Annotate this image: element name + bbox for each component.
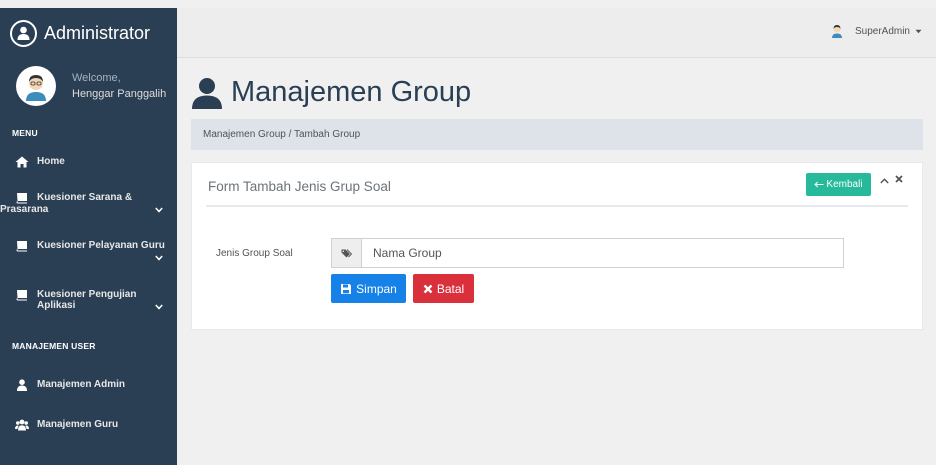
- panel-title: Form Tambah Jenis Grup Soal: [208, 179, 391, 194]
- chevron-down-icon: [155, 304, 163, 310]
- home-icon: [15, 156, 29, 168]
- sidebar-item-label-line2: Prasarana: [0, 204, 49, 215]
- book-icon: [16, 193, 27, 204]
- collapse-button[interactable]: [880, 175, 889, 187]
- avatar: [16, 66, 56, 106]
- tag-icon: [332, 239, 362, 267]
- user-icon: [10, 19, 37, 47]
- sidebar-item-kuesioner-sarana[interactable]: Kuesioner Sarana & Prasarana: [0, 192, 177, 216]
- save-button-label: Simpan: [356, 281, 397, 296]
- profile: Welcome, Henggar Panggalih: [0, 58, 177, 114]
- panel-divider: [206, 205, 908, 207]
- users-icon: [15, 419, 29, 431]
- form-panel: Form Tambah Jenis Grup Soal Kembali Jeni…: [191, 162, 923, 330]
- brand-title: Administrator: [44, 22, 151, 43]
- back-button-label: Kembali: [826, 179, 863, 190]
- group-name-input-group: [331, 238, 844, 268]
- sidebar-item-kuesioner-pengujian[interactable]: Kuesioner Pengujian Aplikasi: [0, 289, 177, 311]
- sidebar-item-kuesioner-pelayanan[interactable]: Kuesioner Pelayanan Guru: [0, 240, 177, 261]
- close-icon: [895, 175, 903, 183]
- page-title-text: Manajemen Group: [231, 76, 472, 108]
- user-icon: [192, 77, 222, 109]
- sidebar-item-label: Kuesioner Pengujian Aplikasi: [37, 289, 137, 311]
- sidebar-item-label: Home: [37, 156, 65, 167]
- breadcrumb: Manajemen Group / Tambah Group: [191, 119, 923, 150]
- sidebar-item-label: Kuesioner Pelayanan Guru: [37, 240, 165, 251]
- group-name-input[interactable]: [362, 239, 843, 267]
- chevron-down-icon: [155, 207, 163, 213]
- sidebar-item-manajemen-guru[interactable]: Manajemen Guru: [0, 419, 177, 431]
- chevron-down-icon: [155, 255, 163, 261]
- profile-name: Henggar Panggalih: [72, 88, 167, 100]
- brand[interactable]: Administrator: [0, 8, 177, 58]
- field-label: Jenis Group Soal: [216, 248, 293, 259]
- cancel-button-label: Batal: [436, 281, 465, 296]
- times-icon: [423, 284, 433, 293]
- book-icon: [16, 241, 27, 252]
- sidebar-item-label: Kuesioner Sarana &: [37, 192, 133, 203]
- caret-down-icon: [915, 29, 922, 33]
- user-menu-name: SuperAdmin: [854, 25, 910, 37]
- save-icon: [341, 283, 352, 294]
- arrow-left-icon: [814, 181, 824, 188]
- welcome-text: Welcome,: [72, 72, 121, 84]
- book-icon: [16, 290, 27, 301]
- user-menu[interactable]: SuperAdmin: [831, 24, 922, 38]
- menu-section-title: MENU: [12, 128, 38, 138]
- sidebar-item-label: Manajemen Guru: [37, 419, 119, 430]
- user-icon: [17, 379, 27, 391]
- sidebar-item-home[interactable]: Home: [0, 156, 177, 168]
- topbar: SuperAdmin: [177, 8, 936, 58]
- sidebar: Administrator Welcome, Henggar Panggalih…: [0, 8, 177, 465]
- chevron-up-icon: [880, 178, 889, 184]
- close-button[interactable]: [895, 174, 903, 186]
- user-section-title: MANAJEMEN USER: [12, 341, 96, 351]
- avatar: [831, 25, 842, 38]
- page-title: Manajemen Group: [191, 76, 471, 109]
- sidebar-item-manajemen-admin[interactable]: Manajemen Admin: [0, 379, 177, 391]
- back-button[interactable]: Kembali: [806, 173, 871, 196]
- save-button[interactable]: Simpan: [331, 274, 406, 303]
- sidebar-item-label: Manajemen Admin: [37, 379, 125, 390]
- cancel-button[interactable]: Batal: [413, 274, 474, 303]
